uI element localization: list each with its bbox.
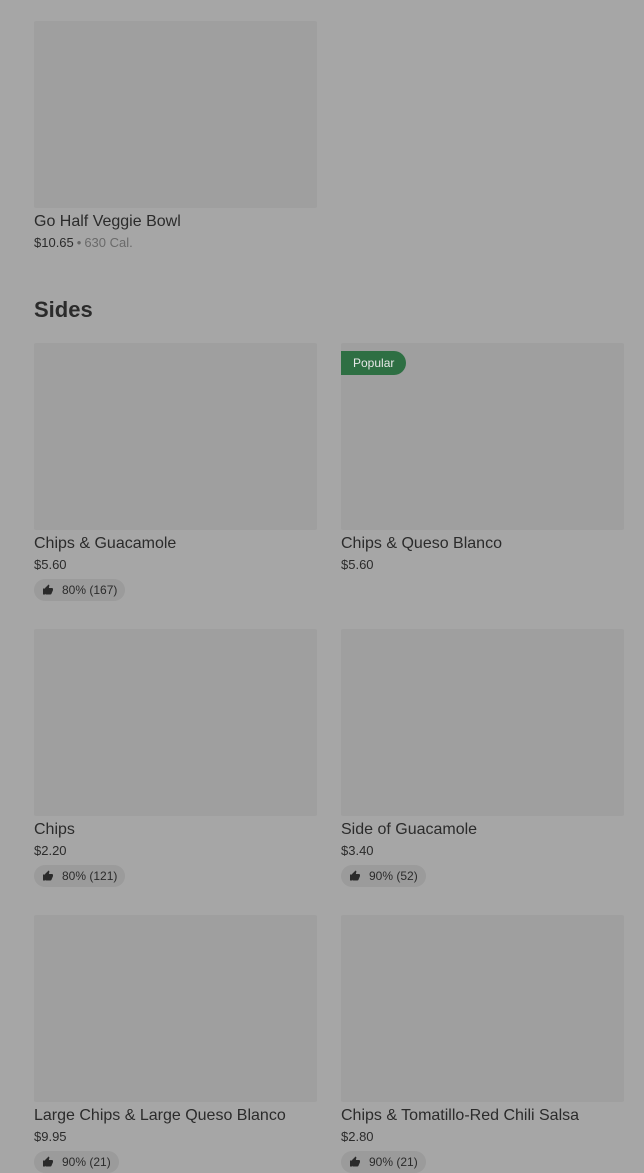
menu-item-price: $5.60 — [341, 557, 374, 572]
rating-pill: 90% (52) — [341, 865, 426, 887]
menu-item-price: $5.60 — [34, 557, 67, 572]
menu-item-image[interactable] — [34, 915, 317, 1102]
menu-item-price: $9.95 — [34, 1129, 67, 1144]
rating-pill: 90% (21) — [341, 1151, 426, 1173]
rating-pill: 80% (167) — [34, 579, 126, 601]
rating-text: 90% (52) — [369, 869, 418, 883]
menu-item-card[interactable]: Go Half Veggie Bowl $10.65 • 630 Cal. — [34, 21, 317, 251]
thumbs-up-icon — [43, 1156, 53, 1167]
menu-item-name: Side of Guacamole — [341, 821, 478, 838]
menu-page: Go Half Veggie Bowl $10.65 • 630 Cal. Side… — [0, 0, 644, 1173]
menu-item-name: Chips — [34, 821, 75, 838]
menu-item-name: Chips & Queso Blanco — [341, 535, 502, 552]
rating-text: 80% (121) — [62, 869, 118, 883]
thumbs-up-icon — [350, 870, 360, 881]
menu-item-image[interactable] — [341, 629, 624, 816]
popular-badge: Popular — [341, 351, 407, 375]
meta-separator: • — [76, 235, 82, 250]
menu-item-image[interactable]: Popular — [341, 343, 624, 530]
rating-pill: 90% (21) — [34, 1151, 119, 1173]
menu-item-card[interactable]: Large Chips & Large Queso Blanco $9.95 9… — [34, 915, 317, 1173]
rating-text: 90% (21) — [62, 1155, 111, 1169]
rating-pill: 80% (121) — [34, 865, 126, 887]
menu-item-card[interactable]: Popular Chips & Queso Blanco $5.60 — [341, 343, 624, 573]
section-title-sides: Sides — [34, 297, 93, 322]
menu-item-price: $2.80 — [341, 1129, 374, 1144]
menu-item-image[interactable] — [341, 915, 624, 1102]
rating-text: 80% (167) — [62, 583, 118, 597]
menu-item-meta: $10.65 • 630 Cal. — [34, 235, 317, 251]
menu-item-price: $10.65 — [34, 235, 74, 250]
menu-item-name: Go Half Veggie Bowl — [34, 213, 181, 230]
menu-item-calories: 630 Cal. — [84, 235, 133, 250]
thumbs-up-icon — [350, 1156, 360, 1167]
rating-text: 90% (21) — [369, 1155, 418, 1169]
thumbs-up-icon — [43, 584, 53, 595]
thumbs-up-icon — [43, 870, 53, 881]
menu-item-price: $3.40 — [341, 843, 374, 858]
menu-item-image[interactable] — [34, 21, 317, 208]
menu-item-card[interactable]: Chips $2.20 80% (121) — [34, 629, 317, 887]
menu-item-card[interactable]: Chips & Guacamole $5.60 80% (167) — [34, 343, 317, 601]
menu-item-card[interactable]: Chips & Tomatillo-Red Chili Salsa $2.80 … — [341, 915, 624, 1173]
menu-item-price: $2.20 — [34, 843, 67, 858]
menu-item-card[interactable]: Side of Guacamole $3.40 90% (52) — [341, 629, 624, 887]
menu-item-image[interactable] — [34, 629, 317, 816]
menu-item-name: Chips & Tomatillo-Red Chili Salsa — [341, 1107, 580, 1124]
menu-item-name: Chips & Guacamole — [34, 535, 177, 552]
menu-item-name: Large Chips & Large Queso Blanco — [34, 1107, 286, 1124]
menu-item-image[interactable] — [34, 343, 317, 530]
